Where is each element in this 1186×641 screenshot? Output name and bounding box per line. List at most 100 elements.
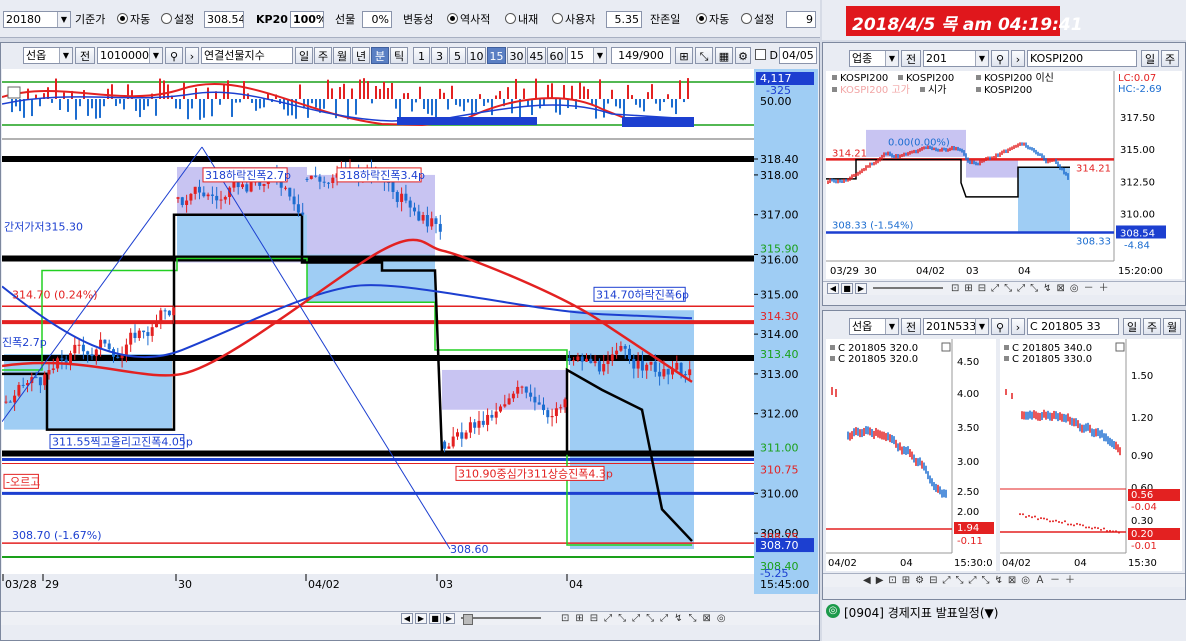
main-prev-button[interactable]: 전 [75, 47, 95, 64]
rt-name-field[interactable]: KOSPI200 [1027, 50, 1137, 67]
rb-type-combo[interactable]: 선옵 ▼ [849, 318, 899, 335]
period-button-5[interactable]: 틱 [390, 47, 408, 64]
rt-box-label: 0.00(0.00%) [888, 137, 950, 148]
chevron-down-icon[interactable]: ▼ [57, 12, 70, 27]
candle-body [249, 182, 253, 192]
rb-scrollbar[interactable]: ◀▶⊡⊞⚙⊟⤢⤡⤢⤡↯⊠◎Ａ－＋ [823, 573, 1185, 587]
interval-button-15[interactable]: 15 [487, 47, 506, 64]
scroll-next-button[interactable]: ▶ [443, 613, 455, 624]
kp-value-field[interactable]: 100% [290, 11, 324, 28]
basis-auto-radio[interactable]: 자동 [117, 11, 150, 28]
date-field[interactable]: 04/05 [779, 47, 817, 64]
chevron-down-icon[interactable]: ▼ [975, 51, 988, 66]
settings-button[interactable]: ⚙ [735, 47, 751, 64]
chevron-down-icon[interactable]: ▼ [149, 48, 162, 63]
period-button-1[interactable]: 주 [314, 47, 332, 64]
news-text[interactable]: [0904] 경제지표 발표일정(▼) [844, 604, 998, 621]
chevron-down-icon[interactable]: ▼ [59, 48, 72, 63]
chevron-down-icon[interactable]: ▼ [593, 48, 606, 63]
rb-dot [1061, 521, 1063, 524]
user-radio[interactable]: 사용자 [552, 11, 595, 28]
days-manual-radio[interactable]: 설정 [741, 11, 774, 28]
rt-prev-button[interactable]: 전 [901, 50, 921, 67]
interval-button-45[interactable]: 45 [527, 47, 546, 64]
candle-body [636, 360, 640, 369]
days-auto-radio[interactable]: 자동 [696, 11, 729, 28]
tool-button-2[interactable]: ⤡ [695, 47, 713, 64]
rt-scroll-next[interactable]: ▶ [855, 283, 867, 294]
futures-value-field[interactable]: 0% [362, 11, 392, 28]
rt-scroll-stop[interactable]: ■ [841, 283, 853, 294]
scroll-stop-button[interactable]: ■ [429, 613, 441, 624]
rt-next-button[interactable]: › [1011, 50, 1025, 67]
rb-name-field[interactable]: C 201805 33 [1027, 318, 1119, 335]
rb-prev-button[interactable]: 전 [901, 318, 921, 335]
main-scrollbar[interactable]: ◀ ▶ ■ ▶ ⊡⊞⊟⤢⤡⤢⤡⤢↯⤡⊠◎ [1, 611, 819, 625]
rb-dot [1100, 528, 1102, 531]
scroll-play-button[interactable]: ▶ [415, 613, 427, 624]
radio-icon[interactable] [505, 13, 516, 24]
period-button-2[interactable]: 월 [333, 47, 351, 64]
main-name-field[interactable]: 연결선물지수 [201, 47, 293, 64]
main-next-button[interactable]: › [185, 47, 199, 64]
interval-button-10[interactable]: 10 [467, 47, 486, 64]
rb-search-button[interactable]: ⚲ [991, 318, 1009, 335]
period-button-3[interactable]: 년 [352, 47, 370, 64]
rt-period-week[interactable]: 주 [1161, 50, 1179, 67]
hist-radio[interactable]: 역사적 [447, 11, 490, 28]
candle-body [198, 186, 201, 193]
scroll-track[interactable] [461, 617, 541, 619]
tool-button-1[interactable]: ⊞ [675, 47, 693, 64]
basis-manual-radio[interactable]: 설정 [161, 11, 194, 28]
period-button-0[interactable]: 일 [295, 47, 313, 64]
checkbox-icon[interactable] [755, 49, 766, 60]
rb-tool-icons[interactable]: ◀▶⊡⊞⚙⊟⤢⤡⤢⤡↯⊠◎Ａ－＋ [863, 574, 1183, 587]
count-field[interactable]: 149/900 [611, 47, 671, 64]
main-search-button[interactable]: ⚲ [165, 47, 183, 64]
scroll-thumb[interactable] [463, 614, 473, 625]
rt-tool-icons[interactable]: ⊡⊞⊟⤢⤡⤢⤡↯⊠◎－＋ [951, 282, 1183, 295]
days-value-field[interactable]: 9 [786, 11, 816, 28]
radio-icon[interactable] [696, 13, 707, 24]
chevron-down-icon[interactable]: ▼ [975, 319, 988, 334]
implied-radio[interactable]: 내재 [505, 11, 538, 28]
main-code-combo[interactable]: 1010000 ▼ [97, 47, 163, 64]
rb-next-button[interactable]: › [1011, 318, 1025, 335]
rt-scroll-prev[interactable]: ◀ [827, 283, 839, 294]
radio-icon[interactable] [447, 13, 458, 24]
interval-combo[interactable]: 15 ▼ [567, 47, 607, 64]
scroll-prev-button[interactable]: ◀ [401, 613, 413, 624]
chevron-down-icon[interactable]: ▼ [885, 51, 898, 66]
rb-period-month[interactable]: 월 [1163, 318, 1181, 335]
candle-body [202, 192, 206, 197]
rb-period-week[interactable]: 주 [1143, 318, 1161, 335]
news-bar[interactable]: ◎ [0904] 경제지표 발표일정(▼) [822, 600, 1186, 641]
radio-icon[interactable] [741, 13, 752, 24]
rt-scroll-track[interactable] [873, 287, 943, 289]
candle-body [683, 374, 687, 376]
main-type-combo[interactable]: 선옵 ▼ [23, 47, 73, 64]
interval-button-1[interactable]: 1 [413, 47, 430, 64]
month-code-combo[interactable]: 20180 ▼ [3, 11, 71, 28]
interval-button-60[interactable]: 60 [547, 47, 566, 64]
tool-button-3[interactable]: ▦ [715, 47, 733, 64]
d-check[interactable]: D [755, 47, 778, 64]
interval-button-3[interactable]: 3 [431, 47, 448, 64]
rt-search-button[interactable]: ⚲ [991, 50, 1009, 67]
radio-icon[interactable] [552, 13, 563, 24]
rt-scrollbar[interactable]: ◀ ■ ▶ ⊡⊞⊟⤢⤡⤢⤡↯⊠◎－＋ [823, 281, 1185, 295]
interval-button-5[interactable]: 5 [449, 47, 466, 64]
tool-icons[interactable]: ⊡⊞⊟⤢⤡⤢⤡⤢↯⤡⊠◎ [561, 613, 732, 624]
rt-code-combo[interactable]: 201 ▼ [923, 50, 989, 67]
radio-icon[interactable] [161, 13, 172, 24]
interval-button-30[interactable]: 30 [507, 47, 526, 64]
rt-type-combo[interactable]: 업종 ▼ [849, 50, 899, 67]
basis-value-field[interactable]: 308.54 [204, 11, 244, 28]
period-button-4[interactable]: 분 [371, 47, 389, 64]
rt-period-day[interactable]: 일 [1141, 50, 1159, 67]
rb-code-combo[interactable]: 201N533 ▼ [923, 318, 989, 335]
chevron-down-icon[interactable]: ▼ [885, 319, 898, 334]
radio-icon[interactable] [117, 13, 128, 24]
vol-value-field[interactable]: 5.35 [606, 11, 642, 28]
rb-period-day[interactable]: 일 [1123, 318, 1141, 335]
